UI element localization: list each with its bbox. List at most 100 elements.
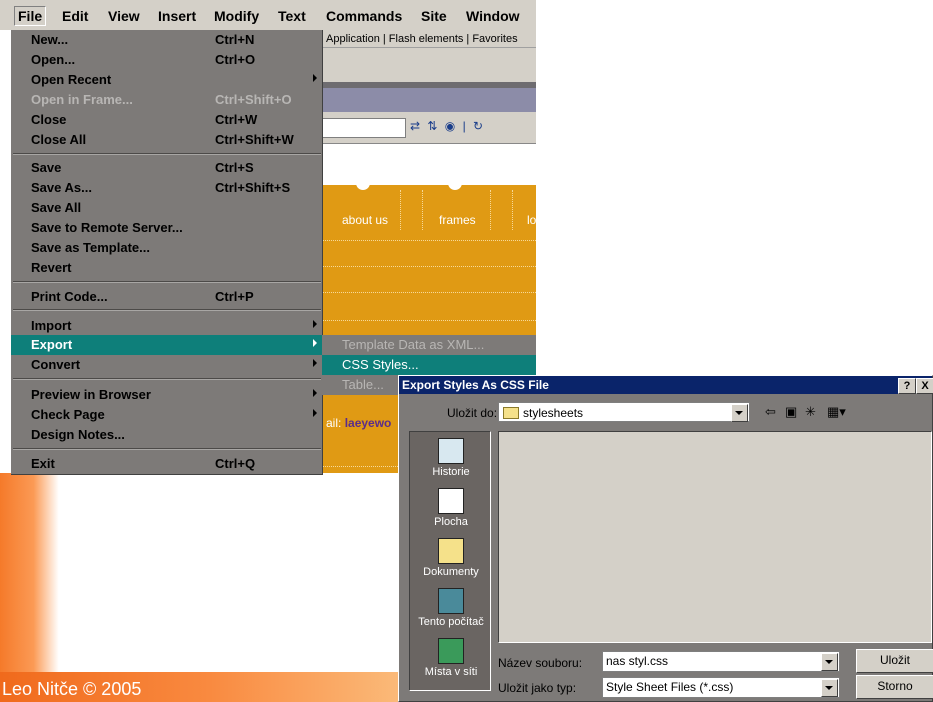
place-label: Dokumenty xyxy=(423,566,479,578)
email-text: ail: laeyewo xyxy=(326,416,391,430)
chevron-down-icon[interactable] xyxy=(731,404,748,422)
menu-file[interactable]: File xyxy=(14,6,47,26)
menu-item-label: New... xyxy=(31,32,69,47)
menu-separator xyxy=(13,153,321,155)
view-menu-icon[interactable]: ▦▾ xyxy=(827,404,846,420)
menu-item-open[interactable]: Open... Ctrl+O xyxy=(11,50,323,70)
place-history[interactable]: Historie xyxy=(410,438,492,478)
filetype-label: Uložit jako typ: xyxy=(498,681,577,695)
filetype-select[interactable]: Style Sheet Files (*.css) xyxy=(602,677,840,698)
insert-bar-tabs[interactable]: Application | Flash elements | Favorites xyxy=(322,30,536,48)
menu-item-label: Close xyxy=(31,112,67,127)
cancel-button[interactable]: Storno xyxy=(856,675,933,699)
menu-item-label: Save All xyxy=(31,200,82,215)
toolbar-icons[interactable]: ⇄ ⇅ ◉ | ↻ xyxy=(410,119,485,133)
nav-link-frames[interactable]: frames xyxy=(439,213,476,227)
filename-label: Název souboru: xyxy=(498,656,583,670)
back-arrow-icon[interactable]: ⇦ xyxy=(765,404,776,420)
menu-item-label: Open in Frame... xyxy=(31,92,133,107)
menu-item-open-in-frame: Open in Frame... Ctrl+Shift+O xyxy=(11,90,323,110)
menu-bar: File Edit View Insert Modify Text Comman… xyxy=(0,0,536,30)
email-value[interactable]: laeyewo xyxy=(345,416,392,430)
shortcut: Ctrl+Shift+S xyxy=(215,180,291,195)
submenu-item-css-styles[interactable]: CSS Styles... xyxy=(322,355,536,375)
menu-item-revert[interactable]: Revert xyxy=(11,258,323,278)
menu-commands[interactable]: Commands xyxy=(326,8,402,24)
menu-item-save-all[interactable]: Save All xyxy=(11,198,323,218)
save-button[interactable]: Uložit xyxy=(856,649,933,673)
menu-insert[interactable]: Insert xyxy=(158,8,196,24)
help-button[interactable]: ? xyxy=(898,378,916,394)
computer-icon xyxy=(438,588,464,614)
menu-view[interactable]: View xyxy=(108,8,140,24)
menu-item-convert[interactable]: Convert xyxy=(11,355,323,375)
menu-separator xyxy=(13,281,321,283)
menu-item-label: Save xyxy=(31,160,62,175)
nav-link-partial[interactable]: lo xyxy=(527,213,536,227)
menu-item-label: Open Recent xyxy=(31,72,112,87)
save-in-value: stylesheets xyxy=(523,406,584,420)
place-label: Tento počítač xyxy=(418,616,484,628)
network-icon xyxy=(438,638,464,664)
menu-item-import[interactable]: Import xyxy=(11,316,323,336)
filename-input[interactable]: nas styl.css xyxy=(602,651,840,672)
menu-item-label: Import xyxy=(31,318,72,333)
menu-item-save-template[interactable]: Save as Template... xyxy=(11,238,323,258)
menu-item-label: Save as Template... xyxy=(31,240,150,255)
chevron-down-icon[interactable] xyxy=(821,679,838,697)
place-documents[interactable]: Dokumenty xyxy=(410,538,492,578)
menu-item-print-code[interactable]: Print Code... Ctrl+P xyxy=(11,287,323,307)
menu-item-export[interactable]: Export xyxy=(11,335,323,355)
filename-value: nas styl.css xyxy=(606,654,669,668)
chevron-down-icon[interactable] xyxy=(821,653,838,671)
close-button[interactable]: X xyxy=(916,378,933,394)
menu-item-label: Save to Remote Server... xyxy=(31,220,183,235)
menu-site[interactable]: Site xyxy=(421,8,447,24)
menu-item-label: Open... xyxy=(31,52,76,67)
shortcut: Ctrl+Shift+O xyxy=(215,92,292,107)
title-input[interactable] xyxy=(322,118,406,138)
menu-item-preview[interactable]: Preview in Browser xyxy=(11,385,323,405)
footer-copyright: Leo Nitče © 2005 xyxy=(2,679,142,699)
menu-item-label: Design Notes... xyxy=(31,427,125,442)
menu-item-save-as[interactable]: Save As... Ctrl+Shift+S xyxy=(11,178,323,198)
menu-item-design-notes[interactable]: Design Notes... xyxy=(11,425,323,445)
menu-text[interactable]: Text xyxy=(278,8,306,24)
place-label: Plocha xyxy=(434,516,468,528)
file-list[interactable] xyxy=(498,431,932,643)
menu-modify[interactable]: Modify xyxy=(214,8,259,24)
menu-item-close[interactable]: Close Ctrl+W xyxy=(11,110,323,130)
menu-item-label: Print Code... xyxy=(31,289,108,304)
menu-item-save[interactable]: Save Ctrl+S xyxy=(11,158,323,178)
menu-item-save-remote[interactable]: Save to Remote Server... xyxy=(11,218,323,238)
history-icon xyxy=(438,438,464,464)
menu-item-new[interactable]: New... Ctrl+N xyxy=(11,30,323,50)
dotted-rule xyxy=(322,240,536,241)
submenu-item-label: Table... xyxy=(342,377,384,392)
menu-window[interactable]: Window xyxy=(466,8,520,24)
menu-item-label: Check Page xyxy=(31,407,105,422)
place-desktop[interactable]: Plocha xyxy=(410,488,492,528)
menu-item-close-all[interactable]: Close All Ctrl+Shift+W xyxy=(11,130,323,150)
menu-item-check-page[interactable]: Check Page xyxy=(11,405,323,425)
up-folder-icon[interactable]: ▣ xyxy=(785,404,797,420)
menu-edit[interactable]: Edit xyxy=(62,8,88,24)
nav-link-about-us[interactable]: about us xyxy=(342,213,388,227)
submenu-item-template-xml: Template Data as XML... xyxy=(322,335,536,355)
places-bar: Historie Plocha Dokumenty Tento počítač … xyxy=(409,431,491,691)
page-header-area xyxy=(322,145,536,185)
submenu-item-label: CSS Styles... xyxy=(342,357,419,372)
dialog-title-bar[interactable]: Export Styles As CSS File ? X xyxy=(399,376,933,394)
menu-item-label: Export xyxy=(31,337,73,352)
export-css-dialog: Export Styles As CSS File ? X Uložit do:… xyxy=(398,375,933,702)
new-folder-icon[interactable]: ✳ xyxy=(805,404,816,420)
save-in-select[interactable]: stylesheets xyxy=(498,402,750,422)
place-my-computer[interactable]: Tento počítač xyxy=(410,588,492,628)
menu-item-exit[interactable]: Exit Ctrl+Q xyxy=(11,454,323,474)
place-network[interactable]: Místa v síti xyxy=(410,638,492,678)
place-label: Místa v síti xyxy=(424,666,478,678)
insert-bar-panel xyxy=(322,48,536,82)
menu-item-open-recent[interactable]: Open Recent xyxy=(11,70,323,90)
menu-item-label: Exit xyxy=(31,456,55,471)
submenu-arrow-icon xyxy=(313,409,317,417)
